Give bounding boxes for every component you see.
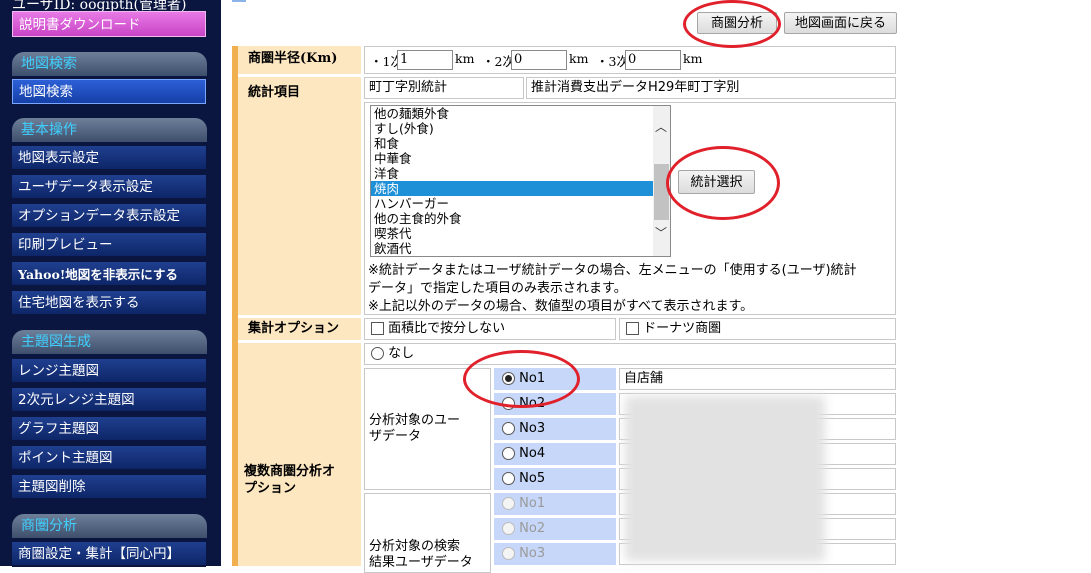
search-no3: No3 (494, 543, 616, 565)
search-no2: No2 (494, 518, 616, 540)
annotation-circle-select (666, 146, 780, 220)
stats-note-1: ※統計データまたはユーザ統計データの場合、左メニューの「使用する(ユーザ)統計 (368, 263, 857, 278)
radius-label: 商圏半径(Km) (238, 46, 361, 74)
multi-analysis-label: 複数商圏分析オ プション (238, 343, 361, 566)
section-thematic-maps: 主題図生成 (12, 330, 207, 354)
menu-map-search[interactable]: 地図検索 (12, 79, 206, 104)
section-map-search: 地図検索 (12, 52, 207, 76)
annotation-circle-no1 (463, 350, 580, 408)
search-no1-radio (502, 497, 515, 510)
stats-note-2: データ」で指定した項目のみ表示されます。 (368, 281, 627, 296)
stats-option-selected[interactable]: 焼肉 (371, 181, 653, 196)
annotation-circle-analyze (683, 0, 781, 48)
stats-label: 統計項目 (238, 77, 361, 315)
area-ratio-option[interactable]: 面積比で按分しない (364, 318, 616, 340)
manual-download-button[interactable]: 説明書ダウンロード (12, 11, 206, 37)
section-basic-operations: 基本操作 (12, 118, 207, 142)
search-no3-radio (502, 547, 515, 560)
stats-option[interactable]: 他の麺類外食 (371, 106, 653, 121)
menu-delete-thematic[interactable]: 主題図削除 (12, 475, 206, 500)
stats-note-3: ※上記以外のデータの場合、数値型の項目がすべて表示されます。 (368, 299, 754, 314)
ring3-unit: km (683, 51, 703, 66)
user-no5[interactable]: No5 (494, 468, 616, 490)
menu-trade-area-concentric[interactable]: 商圏設定・集計【同心円】 (12, 542, 206, 567)
ring3-prefix: ・3次 (596, 54, 629, 69)
user-no4[interactable]: No4 (494, 443, 616, 465)
redacted-area (625, 396, 825, 561)
user-data-group-label-1: 分析対象のユー (369, 413, 461, 428)
search-no1: No1 (494, 493, 616, 515)
donut-option[interactable]: ドーナツ商圏 (619, 318, 896, 340)
user-no4-label: No4 (519, 446, 546, 461)
multi-analysis-label-line1: 複数商圏分析オ (244, 464, 336, 479)
menu-print-preview[interactable]: 印刷プレビュー (12, 233, 206, 258)
chevron-up-icon[interactable]: ︿ (655, 118, 667, 135)
menu-point-thematic[interactable]: ポイント主題図 (12, 446, 206, 471)
menu-2d-range-thematic[interactable]: 2次元レンジ主題図 (12, 388, 206, 413)
menu-show-residential-map[interactable]: 住宅地図を表示する (12, 291, 206, 316)
stats-option[interactable]: 洋食 (371, 166, 653, 181)
search-no3-label: No3 (519, 546, 546, 561)
agg-options-label: 集計オプション (238, 318, 361, 340)
section-trade-area: 商圏分析 (12, 514, 207, 538)
stats-option[interactable]: 喫茶代 (371, 226, 653, 241)
stats-listbox[interactable]: 他の麺類外食 すし(外食) 和食 中華食 洋食 焼肉 ハンバーガー 他の主食的外… (370, 105, 671, 257)
menu-hide-yahoo-map[interactable]: Yahoo!地図を非表示にする (12, 262, 206, 287)
ring1-input[interactable]: 1 (397, 50, 453, 70)
menu-option-data-display[interactable]: オプションデータ表示設定 (12, 204, 206, 229)
user-no3-radio[interactable] (502, 422, 515, 435)
search-no2-label: No2 (519, 521, 546, 536)
multi-analysis-label-line2: プション (244, 481, 297, 496)
stats-option[interactable]: 中華食 (371, 151, 653, 166)
stats-option[interactable]: ハンバーガー (371, 196, 653, 211)
donut-checkbox[interactable] (626, 322, 639, 335)
ring2-unit: km (569, 51, 589, 66)
user-no5-radio[interactable] (502, 472, 515, 485)
search-data-group: 分析対象の検索 結果ユーザデータ (364, 493, 491, 573)
menu-range-thematic[interactable]: レンジ主題図 (12, 359, 206, 384)
none-option[interactable]: なし (364, 343, 896, 365)
corner-marker (232, 0, 246, 2)
user-no3-label: No3 (519, 421, 546, 436)
stats-option[interactable]: 飲酒代 (371, 241, 653, 256)
user-no1-value: 自店舗 (619, 368, 896, 390)
ring2-prefix: ・2次 (482, 54, 515, 69)
stats-option[interactable]: すし(外食) (371, 121, 653, 136)
user-no5-label: No5 (519, 471, 546, 486)
stats-dataset: 推計消費支出データH29年町丁字別 (526, 77, 896, 99)
user-no4-radio[interactable] (502, 447, 515, 460)
stats-option[interactable]: 和食 (371, 136, 653, 151)
sidebar: ユーザID: oogipth(管理者) 説明書ダウンロード 地図検索 地図検索 … (0, 0, 221, 567)
search-data-group-label-2: 結果ユーザデータ (369, 555, 473, 570)
ring1-unit: km (455, 51, 475, 66)
user-no3[interactable]: No3 (494, 418, 616, 440)
none-label: なし (388, 346, 415, 361)
search-no1-label: No1 (519, 496, 546, 511)
stats-option[interactable]: 他の主食的外食 (371, 211, 653, 226)
none-radio[interactable] (371, 347, 384, 360)
user-data-group-label-2: ザデータ (369, 429, 422, 444)
chevron-down-icon[interactable]: ﹀ (655, 224, 667, 241)
menu-user-data-display[interactable]: ユーザデータ表示設定 (12, 175, 206, 200)
donut-label: ドーナツ商圏 (643, 321, 722, 336)
search-no2-radio (502, 522, 515, 535)
ring2-input[interactable]: 0 (511, 50, 567, 70)
search-data-group-label-1: 分析対象の検索 (369, 539, 461, 554)
area-ratio-checkbox[interactable] (371, 322, 384, 335)
menu-map-display-settings[interactable]: 地図表示設定 (12, 146, 206, 171)
area-ratio-label: 面積比で按分しない (388, 321, 506, 336)
back-to-map-button[interactable]: 地図画面に戻る (784, 12, 897, 34)
stats-category: 町丁字別統計 (364, 77, 524, 99)
ring3-input[interactable]: 0 (625, 50, 681, 70)
menu-graph-thematic[interactable]: グラフ主題図 (12, 417, 206, 442)
